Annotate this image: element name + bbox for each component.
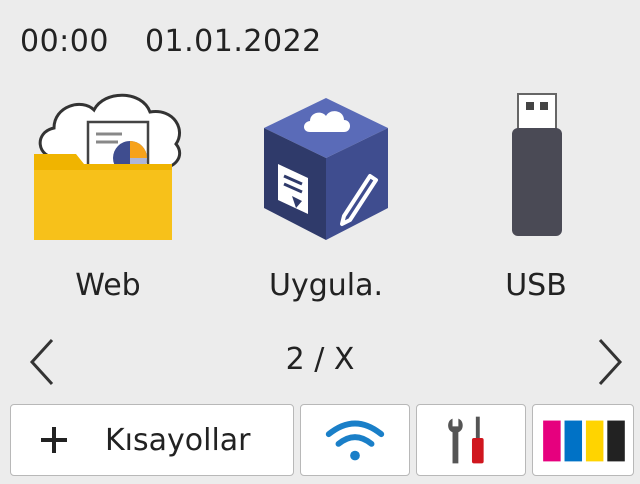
status-bar: 00:00 01.01.2022 [20,24,322,59]
wrench-screwdriver-icon [448,416,484,464]
plus-icon [41,427,67,453]
web-folder-cloud-icon [34,93,182,240]
tile-usb[interactable]: USB [446,80,626,310]
tile-web[interactable]: Web [18,80,198,310]
clock-date: 01.01.2022 [144,24,322,59]
settings-button[interactable] [416,404,526,476]
tile-apps-label: Uygula. [268,268,384,303]
shortcuts-label: Kısayollar [105,423,251,458]
wifi-icon [325,420,385,461]
tile-usb-label: USB [505,268,567,303]
chevron-left-icon[interactable] [22,334,62,390]
toner-icon [543,420,625,462]
page-indicator: 2 / X [285,342,355,377]
wifi-button[interactable] [300,404,410,476]
shortcuts-button[interactable]: Kısayollar [10,404,294,476]
apps-cube-icon [264,98,388,240]
tile-web-label: Web [75,268,141,303]
toner-button[interactable] [532,404,634,476]
chevron-right-icon[interactable] [590,334,630,390]
tile-apps[interactable]: Uygula. [236,80,416,310]
usb-drive-icon [512,93,562,236]
clock-time: 00:00 [20,24,109,59]
